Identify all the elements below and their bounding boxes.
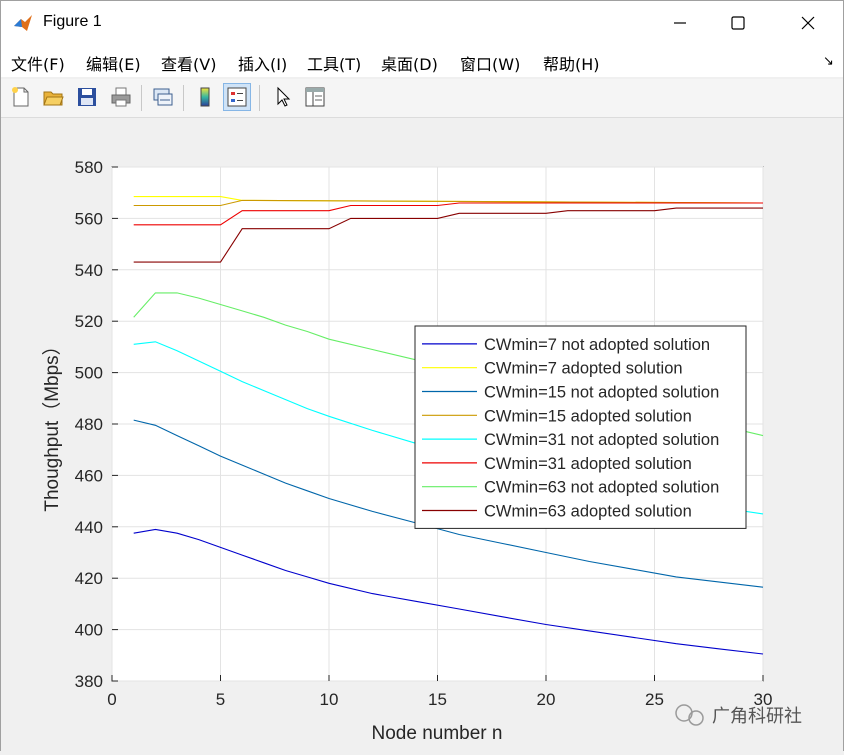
y-tick-label: 460 — [75, 466, 103, 485]
minimize-icon — [674, 22, 686, 24]
menu-help[interactable]: 帮助(H) — [543, 51, 600, 75]
toolbar-separator — [259, 85, 260, 111]
toolbar-separator — [141, 85, 142, 111]
figure-canvas: 0 5 10 15 20 25 30 380 400 420 440 460 480 500 520 540 5… — [1, 119, 843, 751]
menu-bar: 文件(F) 编辑(E) 查看(V) 插入(I) 工具(T) 桌面(D) 窗口(W… — [1, 45, 843, 77]
save-icon — [78, 88, 96, 106]
legend-entry-label: CWmin=15 adopted solution — [484, 407, 692, 425]
legend-box — [414, 325, 747, 529]
y-tick-label: 540 — [75, 261, 103, 280]
x-tick-label: 10 — [320, 690, 339, 709]
print-icon — [111, 87, 131, 107]
y-tick-label: 560 — [75, 209, 103, 228]
legend-entry-label: CWmin=7 adopted solution — [484, 360, 683, 378]
watermark-text: 广角科研社 — [712, 706, 802, 726]
close-icon — [801, 16, 815, 30]
matlab-logo-icon — [14, 15, 32, 31]
maximize-button[interactable] — [715, 1, 761, 45]
menu-view[interactable]: 查看(V) — [161, 51, 216, 75]
x-tick-label: 25 — [645, 690, 664, 709]
menu-insert[interactable]: 插入(I) — [238, 51, 287, 75]
y-tick-label: 500 — [75, 364, 103, 383]
property-inspector-icon — [305, 87, 325, 107]
link-plot-icon — [153, 88, 173, 106]
save-button[interactable] — [73, 83, 101, 111]
legend-entry-label: CWmin=31 not adopted solution — [484, 431, 719, 449]
pointer-icon — [277, 86, 291, 107]
menu-edit[interactable]: 编辑(E) — [86, 51, 141, 75]
legend[interactable]: CWmin=7 not adopted solution CWmin=7 adop… — [414, 325, 747, 529]
new-figure-button[interactable] — [7, 83, 35, 111]
window-title: Figure 1 — [43, 13, 102, 30]
watermark: 广角科研社 — [675, 704, 802, 726]
y-tick-label: 580 — [75, 158, 103, 177]
menu-tools[interactable]: 工具(T) — [307, 51, 361, 75]
y-tick-label: 380 — [75, 672, 103, 691]
legend-entry-label: CWmin=7 not adopted solution — [484, 336, 710, 354]
x-tick-label: 0 — [107, 690, 116, 709]
y-tick-label: 520 — [75, 312, 103, 331]
line-chart: 0 5 10 15 20 25 303804004204404604805005205405… — [41, 158, 802, 744]
y-tick-label: 480 — [75, 415, 103, 434]
colorbar-button[interactable] — [191, 83, 219, 111]
y-axis-label: Thoughput（Mbps） — [41, 336, 63, 511]
legend-icon — [227, 87, 247, 107]
dock-arrow-icon[interactable]: ↘ — [823, 54, 834, 69]
legend-entry-label: CWmin=31 adopted solution — [484, 455, 692, 473]
title-bar[interactable]: Figure 1 — [1, 1, 843, 45]
y-tick-label: 400 — [75, 621, 103, 640]
y-tick-label: 420 — [75, 569, 103, 588]
colorbar-icon — [200, 87, 210, 107]
toolbar-separator — [183, 85, 184, 111]
y-tick-label: 440 — [75, 518, 103, 537]
link-plot-button[interactable] — [149, 83, 177, 111]
x-tick-label: 15 — [428, 690, 447, 709]
new-figure-icon — [12, 87, 29, 107]
legend-button[interactable] — [223, 83, 251, 111]
legend-entry-label: CWmin=15 not adopted solution — [484, 384, 719, 402]
menu-file[interactable]: 文件(F) — [11, 51, 65, 75]
open-file-icon — [43, 91, 64, 106]
figure-window: Figure 1 文件(F) 编辑(E) 查看(V) 插入(I) 工具(T) 桌… — [0, 0, 844, 751]
figure-toolbar — [1, 79, 843, 118]
pointer-button[interactable] — [269, 83, 297, 111]
menu-window[interactable]: 窗口(W) — [460, 51, 520, 75]
legend-entry-label: CWmin=63 adopted solution — [484, 503, 692, 521]
legend-entry-label: CWmin=63 not adopted solution — [484, 479, 719, 497]
open-file-button[interactable] — [39, 83, 67, 111]
maximize-icon — [731, 16, 745, 30]
x-tick-label: 5 — [216, 690, 225, 709]
minimize-button[interactable] — [657, 1, 703, 45]
x-tick-label: 20 — [537, 690, 556, 709]
menu-desktop[interactable]: 桌面(D) — [381, 51, 438, 75]
x-axis-label: Node number n — [372, 723, 503, 744]
property-inspector-button[interactable] — [301, 83, 329, 111]
print-button[interactable] — [107, 83, 135, 111]
close-button[interactable] — [785, 1, 831, 45]
